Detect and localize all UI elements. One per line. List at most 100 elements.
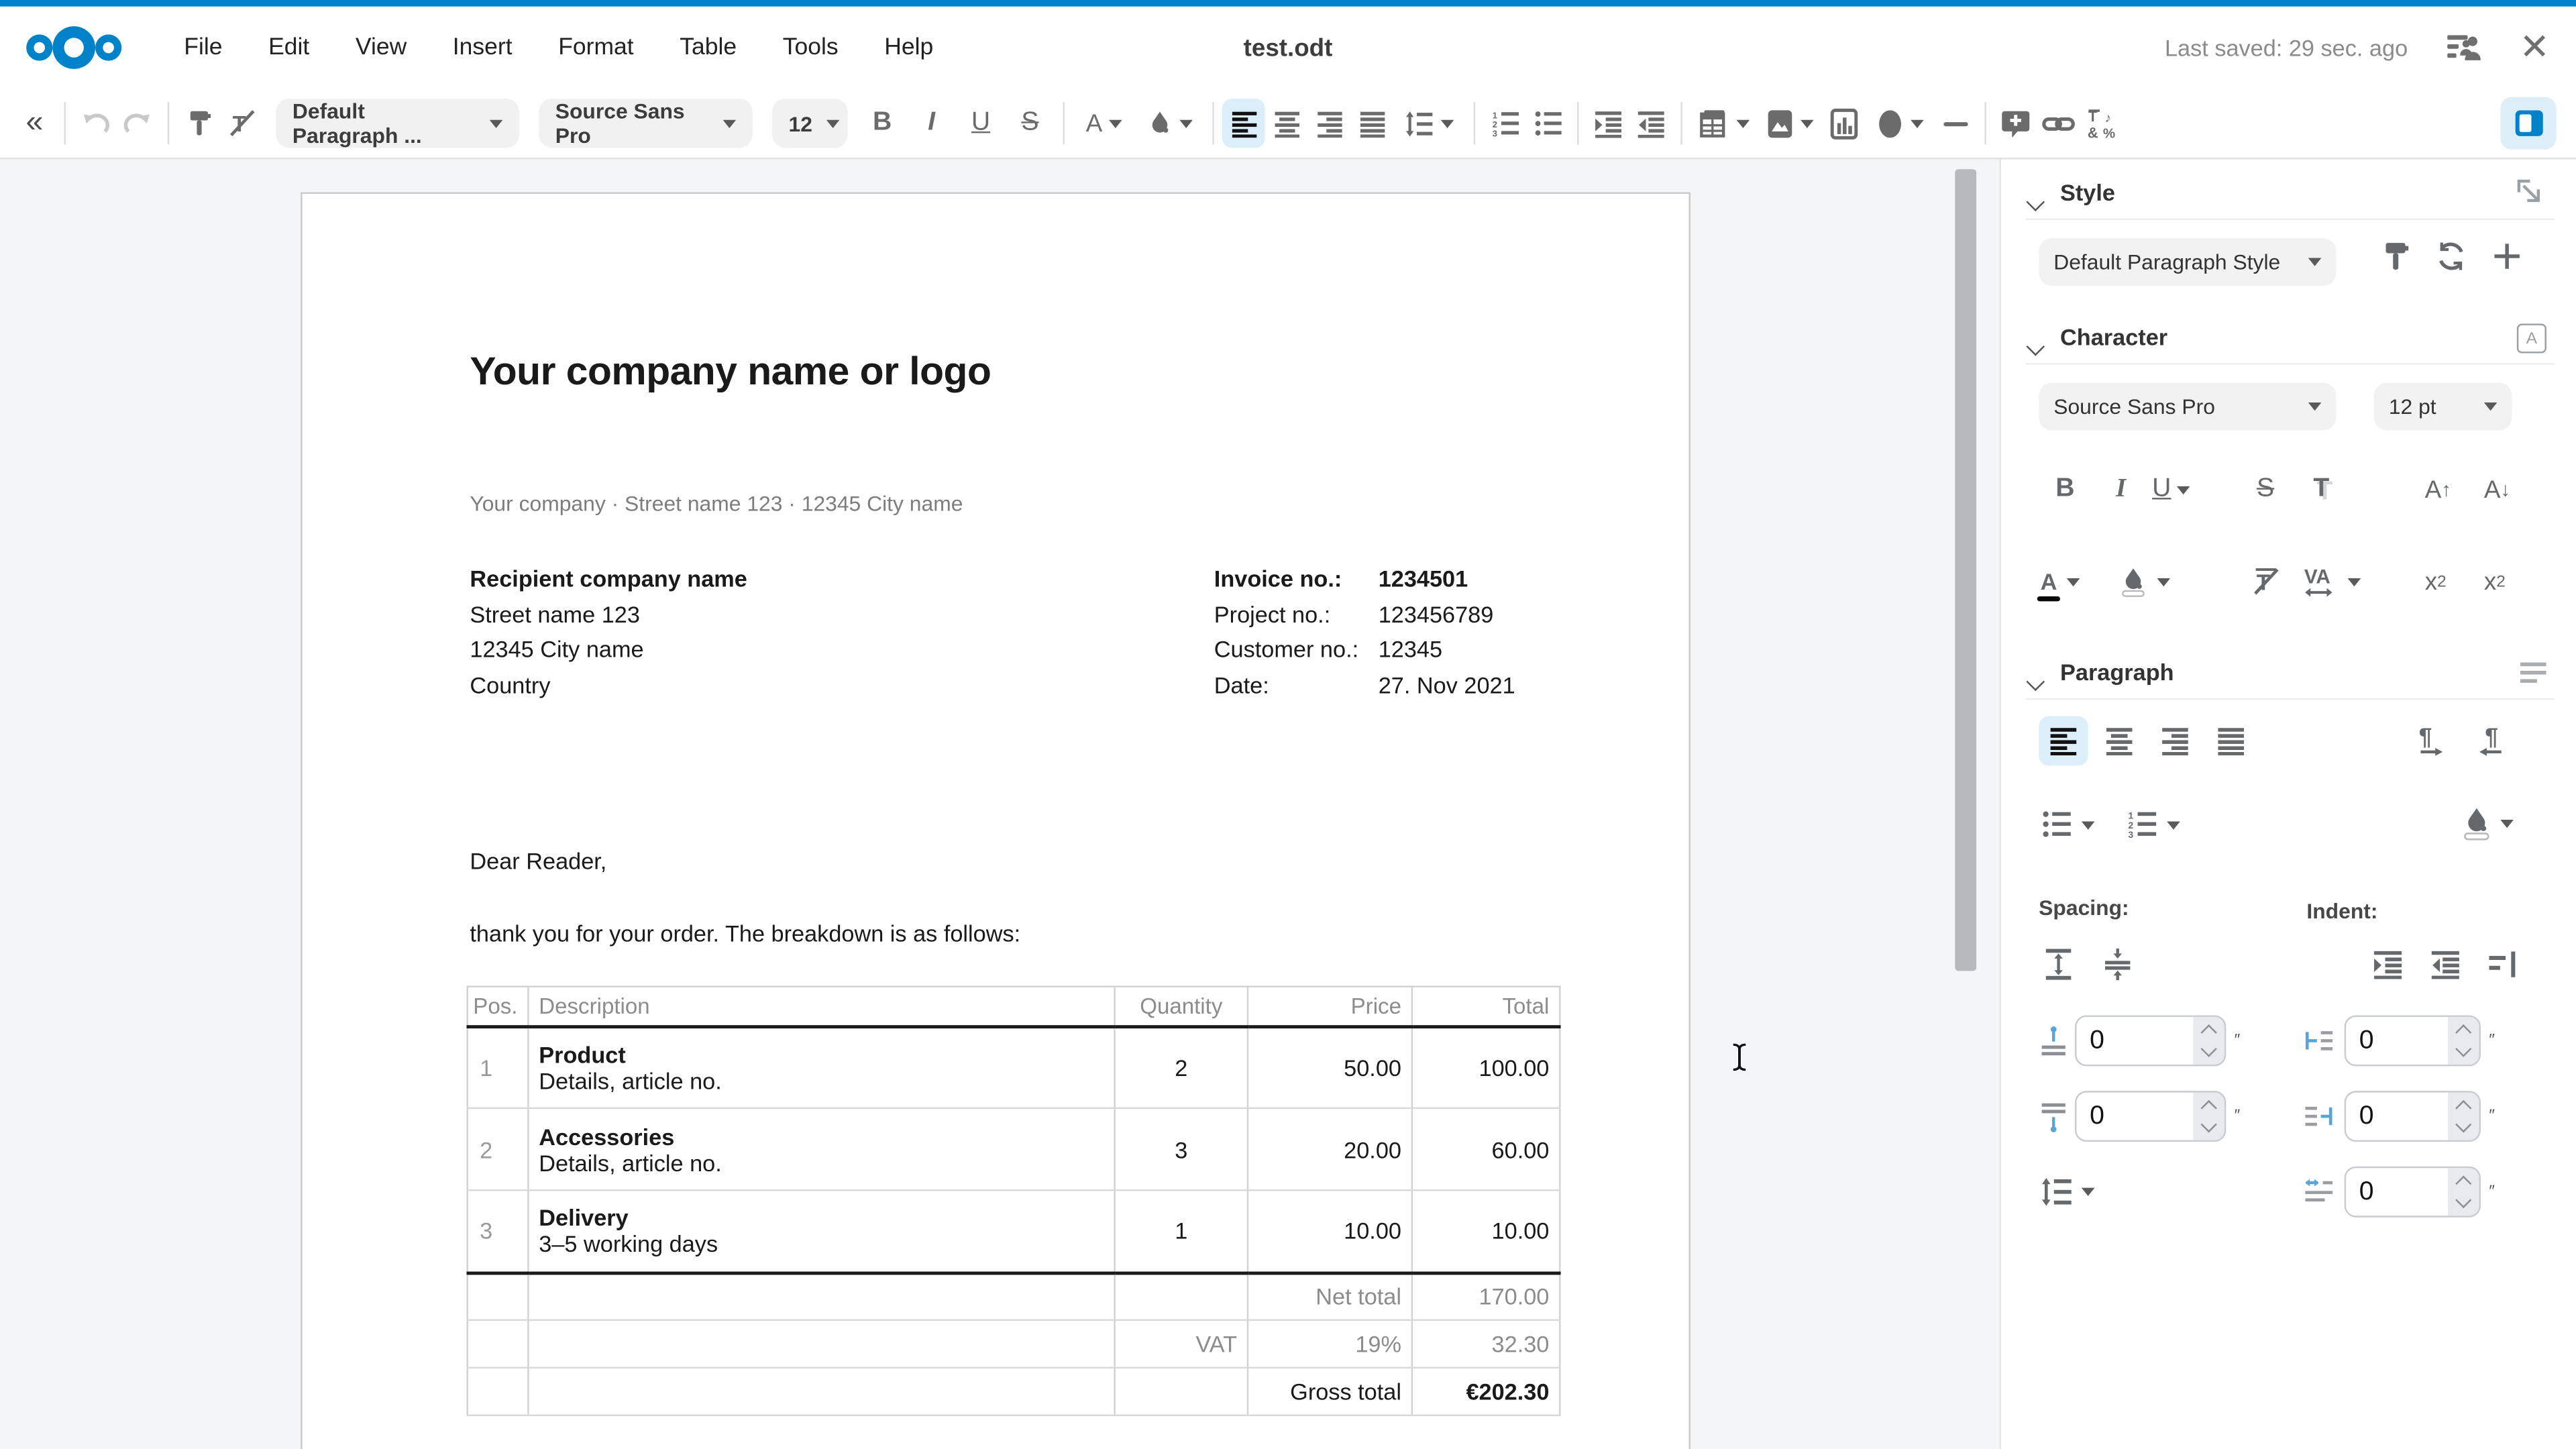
invoice-table[interactable]: Pos. Description Quantity Price Total 1 … [467,985,1561,1416]
special-character-icon[interactable]: T♪&% [2080,99,2123,148]
document-canvas[interactable]: Your company name or logo Your company ·… [0,160,1999,1449]
insert-image-icon[interactable] [1756,99,1822,148]
menu-file[interactable]: File [161,25,246,71]
line-spacing-icon[interactable] [1393,99,1466,148]
update-style-icon[interactable] [2371,231,2420,280]
style-name-select[interactable]: Default Paragraph Style [2039,238,2336,286]
sidebar-increase-indent-icon[interactable] [2363,940,2412,989]
increase-paragraph-spacing-icon[interactable] [2034,940,2083,989]
align-center-icon[interactable] [1265,99,1308,148]
sidebar-clear-formatting-icon[interactable]: T [2241,557,2290,606]
insert-table-icon[interactable] [1690,99,1756,148]
stepper[interactable] [2448,1168,2479,1216]
clear-formatting-icon[interactable]: T [220,99,263,148]
paragraph-style-select[interactable]: Default Paragraph ... [276,99,519,148]
sidebar-justify-icon[interactable] [2206,716,2255,765]
menu-format[interactable]: Format [535,25,657,71]
menu-help[interactable]: Help [861,25,957,71]
italic-icon[interactable]: I [907,99,956,148]
unit-mark: ″ [2489,1032,2495,1050]
sidebar-toggle-icon[interactable] [2500,97,2556,149]
sidebar-shadow-icon[interactable]: T [2297,465,2346,514]
paragraph-rtl-icon[interactable]: ¶ [2467,716,2516,765]
sidebar-bullet-list-icon[interactable] [2042,800,2094,849]
line-spacing-select-icon[interactable] [2041,1167,2095,1216]
vertical-scrollbar[interactable] [1955,169,1976,971]
align-left-icon[interactable] [1222,99,1265,148]
menu-tools[interactable]: Tools [759,25,861,71]
bold-icon[interactable]: B [857,99,906,148]
document-page[interactable]: Your company name or logo Your company ·… [301,193,1690,1449]
grow-font-icon[interactable]: A↑ [2425,465,2451,514]
superscript-icon[interactable]: x2 [2425,557,2447,606]
insert-link-icon[interactable] [2037,99,2080,148]
sidebar-decrease-indent-icon[interactable] [2420,940,2469,989]
indent-after-input[interactable]: 0 [2345,1091,2481,1142]
font-name-select[interactable]: Source Sans Pro [539,99,752,148]
insert-chart-icon[interactable] [1822,99,1865,148]
sidebar-font-name-select[interactable]: Source Sans Pro [2039,383,2336,431]
stepper[interactable] [2193,1017,2224,1065]
sidebar-bold-icon[interactable]: B [2041,465,2090,514]
spacing-above-input[interactable]: 0 [2075,1015,2226,1066]
doc-heading: Your company name or logo [470,350,991,396]
clone-formatting-icon[interactable] [177,99,220,148]
sidebar-underline-icon[interactable]: U [2152,465,2189,514]
font-size-select[interactable]: 12 [772,99,848,148]
sidebar-align-left-icon[interactable] [2039,716,2088,765]
sidebar-font-color-icon[interactable]: A [2041,557,2080,606]
shrink-font-icon[interactable]: A↓ [2484,465,2510,514]
menu-edit[interactable]: Edit [246,25,333,71]
undo-icon[interactable] [74,99,117,148]
chevron-down-icon[interactable] [2029,667,2042,696]
highlight-color-icon[interactable] [1135,99,1204,148]
insert-comment-icon[interactable] [1994,99,2037,148]
sidebar-font-size-select[interactable]: 12 pt [2374,383,2512,431]
spacing-below-input[interactable]: 0 [2075,1091,2226,1142]
chevron-down-icon[interactable] [2029,187,2042,217]
justify-icon[interactable] [1350,99,1393,148]
increase-indent-icon[interactable] [1587,99,1630,148]
paragraph-dialog-icon[interactable] [2518,660,2548,686]
strikethrough-icon[interactable]: S [1006,99,1055,148]
sidebar-highlight-color-icon[interactable] [2119,557,2170,606]
collapse-toolbar-icon[interactable]: « [13,99,56,148]
paragraph-ltr-icon[interactable]: ¶ [2405,716,2454,765]
character-spacing-icon[interactable]: VA [2303,557,2361,606]
user-list-icon[interactable] [2444,30,2483,66]
sidebar-align-center-icon[interactable] [2094,716,2143,765]
bullet-list-icon[interactable] [1526,99,1569,148]
indent-before-input[interactable]: 0 [2345,1015,2481,1066]
underline-icon[interactable]: U [956,99,1005,148]
sidebar-italic-icon[interactable]: I [2096,465,2145,514]
redo-icon[interactable] [117,99,160,148]
chevron-down-icon[interactable] [2029,332,2042,362]
font-color-icon[interactable]: A [1073,99,1135,148]
insert-line-icon[interactable] [1933,99,1976,148]
cell-pos: 1 [468,1026,529,1108]
new-style-icon[interactable] [2482,231,2531,280]
paragraph-background-color-icon[interactable] [2461,797,2514,849]
insert-shape-icon[interactable] [1865,99,1934,148]
menu-insert[interactable]: Insert [430,25,535,71]
character-dialog-icon[interactable]: A [2517,323,2546,353]
close-icon[interactable]: ✕ [2520,30,2550,66]
align-right-icon[interactable] [1307,99,1350,148]
refresh-style-icon[interactable] [2426,231,2475,280]
decrease-indent-icon[interactable] [1629,99,1672,148]
hanging-indent-icon[interactable] [2477,940,2526,989]
sidebar-align-right-icon[interactable] [2151,716,2200,765]
stepper[interactable] [2193,1093,2224,1140]
menu-table[interactable]: Table [657,25,759,71]
stepper[interactable] [2448,1093,2479,1140]
numbered-list-icon[interactable]: 123 [1483,99,1526,148]
svg-text:3: 3 [1491,127,1496,137]
menu-view[interactable]: View [333,25,430,71]
first-line-indent-input[interactable]: 0 [2345,1167,2481,1218]
decrease-paragraph-spacing-icon[interactable] [2093,940,2142,989]
subscript-icon[interactable]: x2 [2484,557,2506,606]
stepper[interactable] [2448,1017,2479,1065]
undock-panel-icon[interactable] [2515,177,2544,207]
sidebar-numbered-list-icon[interactable]: 123 [2127,800,2180,849]
sidebar-strikethrough-icon[interactable]: S [2241,465,2290,514]
